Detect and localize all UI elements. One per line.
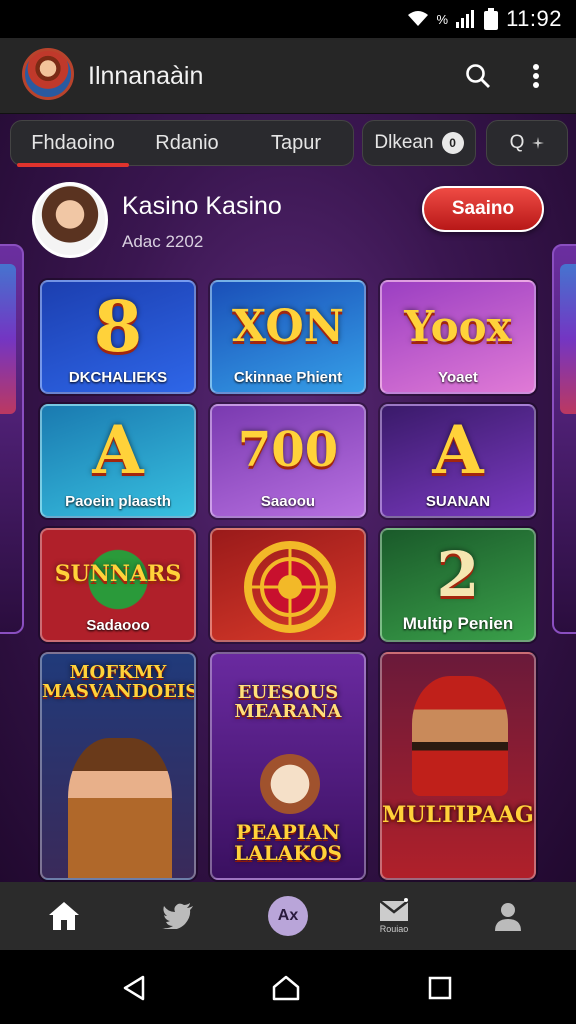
avatar[interactable] xyxy=(22,48,74,100)
recents-icon xyxy=(428,976,452,1000)
app-title: Ilnnanaàin xyxy=(88,62,204,90)
nav-profile[interactable] xyxy=(472,882,544,950)
status-time: 11:92 xyxy=(506,6,562,31)
search-button[interactable] xyxy=(460,58,496,94)
nav-ax[interactable]: Ax xyxy=(252,882,324,950)
tab-bar: Fhdaoino Rdanio Tapur xyxy=(10,120,354,167)
character-figure xyxy=(68,738,172,878)
profile-subtitle: Adac 2202 xyxy=(122,232,204,251)
wifi-icon xyxy=(407,11,428,26)
battery-icon xyxy=(484,8,499,30)
search-icon xyxy=(466,64,490,88)
search-chip-label: Q xyxy=(509,132,525,153)
character-figure xyxy=(412,676,508,796)
search-chip[interactable]: Q xyxy=(486,120,568,166)
profile-name: Kasino Kasino xyxy=(122,192,282,220)
mail-icon xyxy=(379,898,409,921)
more-button[interactable] xyxy=(518,58,554,94)
app-bar: Ilnnanaàin xyxy=(0,38,576,114)
game-tile-9[interactable]: 2 Multip Penien xyxy=(380,528,536,642)
game-tile-6[interactable]: A SUANAN xyxy=(380,404,536,518)
nav-mail[interactable]: Rouiao xyxy=(358,882,430,950)
tab-rdanio[interactable]: Rdanio xyxy=(135,121,239,165)
pet-figure xyxy=(260,754,320,814)
signal-text: % xyxy=(436,11,449,27)
main-content: Fhdaoino Rdanio Tapur Dlkean 0 Q Kasino … xyxy=(0,114,576,882)
slot-machine-decoration-right xyxy=(552,244,576,634)
more-vert-icon xyxy=(533,64,539,88)
featured-tile-3[interactable]: MULTIPAAGS xyxy=(380,652,536,880)
tab-fhdaoino[interactable]: Fhdaoino xyxy=(11,121,135,167)
mail-label: Rouiao xyxy=(379,924,409,934)
game-tile-2[interactable]: XON Ckinnae Phient xyxy=(210,280,366,394)
wheel-icon xyxy=(244,541,336,633)
home-system-button[interactable] xyxy=(266,968,306,1008)
filter-chip[interactable]: Dlkean 0 xyxy=(362,120,476,166)
recents-button[interactable] xyxy=(420,968,460,1008)
sparkle-icon xyxy=(532,137,545,149)
home-icon xyxy=(49,902,79,930)
ax-badge: Ax xyxy=(268,896,308,936)
game-tile-4[interactable]: A Paoein plaasth xyxy=(40,404,196,518)
back-icon xyxy=(123,975,145,1001)
profile-avatar[interactable] xyxy=(32,182,108,258)
home-circle-icon xyxy=(272,975,300,1001)
status-bar: % 11:92 xyxy=(0,0,576,38)
game-tile-3[interactable]: Yoox Yoaet xyxy=(380,280,536,394)
system-nav xyxy=(0,950,576,1024)
game-tile-8[interactable] xyxy=(210,528,366,642)
filter-badge: 0 xyxy=(441,132,464,154)
signal-icon xyxy=(456,10,475,28)
featured-tile-2[interactable]: EUESOUS MEARANA PEAPIAN LALAKOS xyxy=(210,652,366,880)
slot-machine-decoration-left xyxy=(0,244,24,634)
bird-icon xyxy=(162,903,193,929)
back-button[interactable] xyxy=(114,968,154,1008)
game-tile-5[interactable]: 700 Saaoou xyxy=(210,404,366,518)
nav-social[interactable] xyxy=(142,882,214,950)
featured-tile-1[interactable]: MOFKMY MASVANDOEIS xyxy=(40,652,196,880)
game-tile-1[interactable]: 8 DKCHALIEKS xyxy=(40,280,196,394)
saaino-button[interactable]: Saaino xyxy=(422,186,544,232)
person-icon xyxy=(495,903,521,931)
nav-home[interactable] xyxy=(28,882,100,950)
game-tile-7[interactable]: SUNNARS Sadaooo xyxy=(40,528,196,642)
bottom-nav: Ax Rouiao xyxy=(0,882,576,950)
tab-tapur[interactable]: Tapur xyxy=(239,121,353,165)
filter-label: Dlkean xyxy=(374,132,434,153)
